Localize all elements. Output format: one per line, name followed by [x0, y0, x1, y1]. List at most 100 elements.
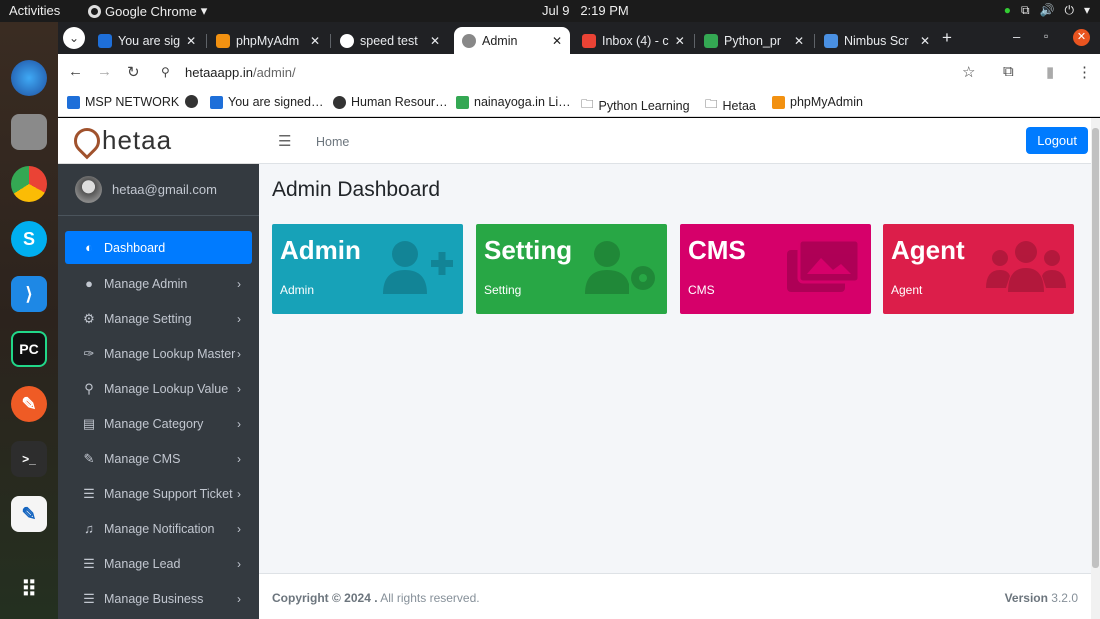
- sidebar-item-manage-admin[interactable]: ● Manage Admin ›: [58, 266, 259, 301]
- thunderbird-icon[interactable]: [11, 60, 47, 96]
- clock-time: 2:19 PM: [580, 3, 629, 18]
- bookmark-item[interactable]: You are signed…: [210, 95, 323, 109]
- favicon-icon: [824, 33, 838, 48]
- more-menu-icon[interactable]: ⋮: [1077, 63, 1092, 81]
- chevron-right-icon: ›: [237, 276, 241, 291]
- skype-icon[interactable]: S: [11, 221, 47, 257]
- drive-icon: [704, 33, 718, 48]
- vscode-icon[interactable]: ⟩: [11, 276, 47, 312]
- forward-icon[interactable]: →: [97, 63, 112, 80]
- sidebar-item-label: Manage Notification: [104, 521, 215, 536]
- copyright-text: Copyright © 2024 . All rights reserved.: [272, 591, 480, 605]
- tab[interactable]: speed test ✕: [332, 27, 448, 54]
- sidebar-item-label: Manage Support Ticket: [104, 486, 233, 501]
- sidebar-item-manage-lead[interactable]: ☰ Manage Lead ›: [58, 546, 259, 581]
- address-bar[interactable]: hetaaapp.in/admin/: [185, 65, 296, 80]
- system-tray[interactable]: ● ⧉ 🔊 ⏻ ▾: [1004, 3, 1090, 18]
- back-icon[interactable]: ←: [68, 63, 83, 80]
- activities-button[interactable]: Activities: [9, 3, 60, 18]
- tab-active[interactable]: Admin ✕: [454, 27, 570, 54]
- tab[interactable]: You are sig ✕: [90, 27, 204, 54]
- minimize-icon[interactable]: –: [1013, 29, 1020, 44]
- bell-icon: ♫: [84, 521, 94, 536]
- sidebar-item-label: Manage Lookup Value: [104, 381, 229, 396]
- tab[interactable]: Python_pr ✕: [696, 27, 812, 54]
- brand-logo[interactable]: hetaa: [58, 118, 259, 164]
- sidebar-item-label: Manage Setting: [104, 311, 192, 326]
- sidebar-item-manage-cms[interactable]: ✎ Manage CMS ›: [58, 441, 259, 476]
- tab[interactable]: Inbox (4) - c ✕: [574, 27, 692, 54]
- app-menu[interactable]: Google Chrome ▾: [88, 3, 207, 19]
- scrollbar-thumb[interactable]: [1092, 128, 1099, 568]
- sidebar-item-dashboard[interactable]: ◐ Dashboard: [65, 231, 252, 264]
- chevron-right-icon: ›: [237, 556, 241, 571]
- bookmark-item[interactable]: Human Resour…: [333, 95, 448, 109]
- close-icon[interactable]: ✕: [794, 34, 804, 48]
- hamburger-icon[interactable]: ☰: [278, 132, 291, 150]
- close-icon[interactable]: ✕: [186, 34, 196, 48]
- clock[interactable]: Jul 9 2:19 PM: [542, 3, 629, 18]
- bookmark-item[interactable]: phpMyAdmin: [772, 95, 863, 109]
- user-icon: ●: [85, 276, 93, 291]
- favicon-icon: [216, 33, 230, 48]
- maximize-icon[interactable]: ▫: [1044, 29, 1048, 43]
- pycharm-icon[interactable]: PC: [11, 331, 47, 367]
- list-icon: ☰: [83, 555, 95, 571]
- close-icon[interactable]: ✕: [675, 34, 685, 48]
- favicon-icon: [456, 95, 469, 109]
- text-editor-icon[interactable]: ✎: [11, 496, 47, 532]
- new-tab-icon[interactable]: +: [942, 28, 952, 48]
- logout-button[interactable]: Logout: [1026, 127, 1088, 154]
- tab[interactable]: Nimbus Scr ✕: [816, 27, 938, 54]
- bookmark-star-icon[interactable]: ☆: [962, 63, 975, 81]
- chevron-right-icon: ›: [237, 521, 241, 536]
- bookmark-folder[interactable]: 🗀 Python Learning: [581, 95, 690, 116]
- reload-icon[interactable]: ↻: [127, 63, 140, 81]
- user-email: hetaa@gmail.com: [112, 182, 217, 197]
- bookmark-item[interactable]: nainayoga.in Li…: [456, 95, 571, 109]
- card-title: CMS: [688, 235, 746, 265]
- sidebar-item-manage-setting[interactable]: ⚙ Manage Setting ›: [58, 301, 259, 336]
- home-link[interactable]: Home: [316, 135, 349, 149]
- site-settings-icon[interactable]: ⚲: [161, 65, 170, 79]
- show-apps-icon[interactable]: ⠿: [11, 572, 47, 608]
- chrome-icon[interactable]: [11, 166, 47, 202]
- brand-name: hetaa: [102, 125, 173, 155]
- sidebar-item-manage-notification[interactable]: ♫ Manage Notification ›: [58, 511, 259, 546]
- sidebar-item-manage-business[interactable]: ☰ Manage Business ›: [58, 581, 259, 616]
- cms-card[interactable]: CMS CMS: [680, 224, 871, 314]
- chevron-right-icon: ›: [237, 381, 241, 396]
- bookmark-folder[interactable]: 🗀 Hetaa: [705, 95, 756, 116]
- bookmark-item[interactable]: MSP NETWORK: [67, 95, 179, 109]
- close-icon[interactable]: ✕: [430, 34, 440, 48]
- close-icon[interactable]: ✕: [552, 34, 562, 48]
- page-scrollbar[interactable]: [1091, 118, 1100, 619]
- sidebar-item-manage-lookup-master[interactable]: ✑ Manage Lookup Master ›: [58, 336, 259, 371]
- folder-icon: 🗀: [705, 97, 718, 111]
- setting-card[interactable]: Setting Setting: [476, 224, 667, 314]
- card-subtitle: Agent: [891, 283, 923, 297]
- tab[interactable]: phpMyAdm ✕: [208, 27, 328, 54]
- terminal-icon[interactable]: >_: [11, 441, 47, 477]
- bookmark-item[interactable]: [185, 95, 203, 108]
- clock-date: Jul 9: [542, 3, 570, 18]
- profile-icon[interactable]: ▮: [1046, 63, 1054, 81]
- close-window-icon[interactable]: ✕: [1073, 29, 1090, 46]
- agent-card[interactable]: Agent Agent: [883, 224, 1074, 314]
- postman-icon[interactable]: ✎: [11, 386, 47, 422]
- web-page: hetaa hetaa@gmail.com ◐ Dashboard ● Manage…: [58, 118, 1100, 619]
- user-panel[interactable]: hetaa@gmail.com: [58, 164, 259, 216]
- close-icon[interactable]: ✕: [920, 34, 930, 48]
- list-icon: ☰: [83, 485, 95, 501]
- location-pin-icon: [68, 122, 106, 159]
- admin-card[interactable]: Admin Admin: [272, 224, 463, 314]
- sidebar-item-manage-lookup-value[interactable]: ⚲ Manage Lookup Value ›: [58, 371, 259, 406]
- sidebar-item-manage-category[interactable]: ▤ Manage Category ›: [58, 406, 259, 441]
- sidebar-item-manage-support-ticket[interactable]: ☰ Manage Support Ticket ›: [58, 476, 259, 511]
- edit-icon: ✎: [83, 450, 95, 466]
- extensions-icon[interactable]: ⧉: [1003, 63, 1014, 80]
- tab-search-button[interactable]: ⌄: [63, 27, 85, 49]
- gmail-icon: [582, 33, 596, 48]
- files-icon[interactable]: [11, 114, 47, 150]
- close-icon[interactable]: ✕: [310, 34, 320, 48]
